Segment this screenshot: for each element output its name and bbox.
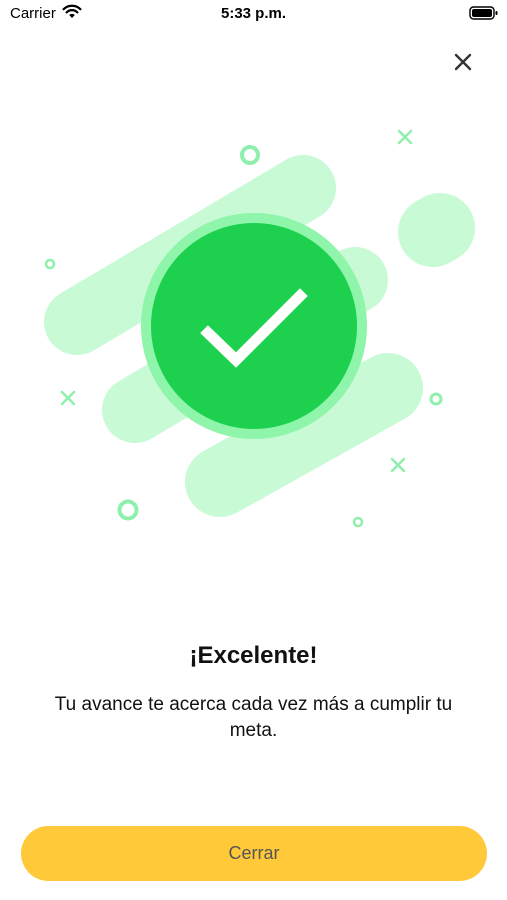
status-time: 5:33 p.m.: [220, 5, 287, 22]
bg-capsule: [398, 193, 475, 267]
decor-circle: [117, 499, 139, 521]
success-message: Tu avance te acerca cada vez más a cumpl…: [54, 694, 453, 741]
decor-circle: [352, 516, 364, 528]
decor-cross: [397, 129, 413, 145]
battery-icon: [469, 5, 499, 26]
status-bar: Carrier 5:33 p.m.: [0, 0, 507, 30]
close-action-button[interactable]: Cerrar: [21, 826, 487, 881]
success-circle: [151, 223, 357, 429]
success-title: ¡Excelente!: [189, 642, 318, 669]
decor-circle: [240, 145, 260, 165]
decor-cross: [390, 457, 406, 473]
decor-cross: [60, 390, 76, 406]
decor-circle: [429, 392, 443, 406]
decor-circle: [44, 258, 56, 270]
close-button[interactable]: [447, 46, 479, 78]
success-illustration: [0, 100, 507, 550]
close-icon: [454, 53, 472, 71]
